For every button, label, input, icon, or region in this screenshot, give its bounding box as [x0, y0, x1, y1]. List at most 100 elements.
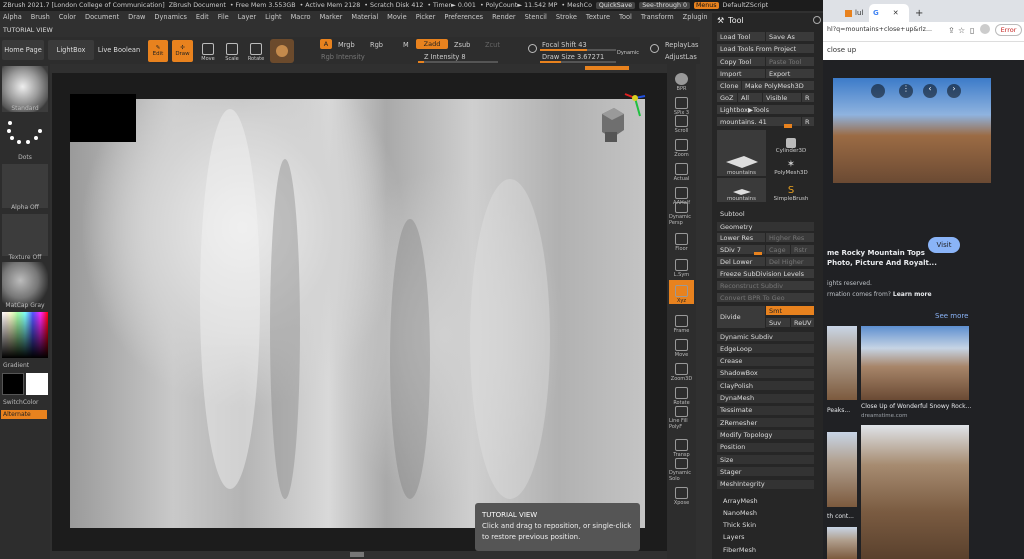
copy-tool-button[interactable]: Copy Tool	[717, 57, 765, 66]
del-lower-button[interactable]: Del Lower	[717, 257, 765, 266]
smt-toggle[interactable]: Smt	[766, 306, 814, 315]
alpha-thumbnail[interactable]	[2, 164, 48, 208]
rgb-intensity-slider[interactable]: Rgb Intensity	[321, 53, 365, 61]
menu-stencil[interactable]: Stencil	[525, 13, 547, 24]
geometry-submenu[interactable]: Stager	[717, 467, 814, 477]
tool-thumbnail[interactable]: Cylinder3D	[768, 130, 814, 154]
geometry-submenu[interactable]: MeshIntegrity	[717, 479, 814, 489]
menu-marker[interactable]: Marker	[320, 13, 343, 24]
menu-material[interactable]: Material	[351, 13, 378, 24]
browser-tab-active[interactable]: G ✕	[869, 4, 909, 22]
related-caption[interactable]: Peaks...	[827, 407, 850, 414]
lens-icon[interactable]	[871, 84, 885, 98]
suv-toggle[interactable]: Suv	[766, 318, 790, 327]
primary-color-swatch[interactable]	[2, 373, 24, 395]
geometry-menu[interactable]: Geometry	[717, 222, 814, 231]
right-tray-button[interactable]: Xyz	[669, 280, 694, 304]
result-title[interactable]: me Rocky Mountain Tops	[827, 249, 925, 257]
right-tray-button[interactable]: BPR	[669, 68, 694, 92]
tool-thumbnail[interactable]: mountains	[717, 178, 766, 202]
tool-submenu[interactable]: Thick Skin	[720, 521, 814, 530]
home-page-button[interactable]: Home Page	[2, 40, 44, 60]
focal-shift-slider[interactable]: Focal Shift 43	[542, 41, 587, 49]
menu-document[interactable]: Document	[85, 13, 119, 24]
palette-refresh-icon[interactable]	[813, 16, 821, 24]
see-more-link[interactable]: See more	[935, 312, 968, 320]
geometry-submenu[interactable]: Size	[717, 455, 814, 464]
geometry-submenu[interactable]: EdgeLoop	[717, 344, 814, 354]
clone-button[interactable]: Clone	[717, 81, 741, 90]
cage-button[interactable]: Cage	[766, 245, 790, 254]
lightbox-tools-button[interactable]: Lightbox▶Tools	[717, 105, 814, 114]
draw-size-slider[interactable]: Draw Size 3.67271	[542, 53, 604, 61]
geometry-submenu[interactable]: Tessimate	[717, 405, 814, 415]
menu-alpha[interactable]: Alpha	[3, 13, 22, 24]
menus-button[interactable]: Menus	[693, 2, 719, 9]
import-button[interactable]: Import	[717, 69, 765, 78]
paste-tool-button[interactable]: Paste Tool	[766, 57, 814, 66]
all-button[interactable]: All	[738, 93, 762, 102]
tool-thumbnail[interactable]: mountains	[717, 130, 766, 176]
zscript-selector[interactable]: DefaultZScript	[723, 2, 769, 9]
color-picker[interactable]	[2, 312, 48, 358]
next-icon[interactable]: ›	[947, 84, 961, 98]
z-intensity-slider[interactable]: Z Intensity 8	[424, 53, 466, 61]
m-button[interactable]: M	[403, 41, 409, 49]
menu-preferences[interactable]: Preferences	[444, 13, 483, 24]
switchcolor-button[interactable]: SwitchColor	[0, 399, 50, 406]
geometry-submenu[interactable]: ZRemesher	[717, 418, 814, 428]
error-button[interactable]: Error	[995, 24, 1022, 36]
right-tray-button[interactable]: Zoom3D	[669, 358, 694, 382]
zsub-button[interactable]: Zsub	[454, 41, 470, 49]
menu-texture[interactable]: Texture	[586, 13, 610, 24]
scale-button[interactable]: Scale	[222, 40, 242, 62]
make-polymesh3d-button[interactable]: Make PolyMesh3D	[742, 81, 814, 90]
more-options-icon[interactable]: ⋮	[899, 84, 913, 98]
edit-button[interactable]: ✎ Edit	[148, 40, 168, 62]
menu-edit[interactable]: Edit	[196, 13, 209, 24]
r-button[interactable]: R	[802, 93, 814, 102]
right-tray-button[interactable]: Transp	[669, 434, 694, 458]
zadd-button[interactable]: Zadd	[416, 39, 448, 49]
menu-light[interactable]: Light	[265, 13, 281, 24]
material-swatch[interactable]	[270, 39, 294, 63]
rgb-button[interactable]: Rgb	[370, 41, 383, 49]
star-icon[interactable]: ☆	[958, 26, 965, 35]
r-button[interactable]: R	[802, 117, 814, 126]
new-tab-button[interactable]: +	[911, 4, 925, 22]
a-button[interactable]: A	[320, 39, 332, 49]
browser-tab[interactable]: lul	[841, 4, 867, 22]
tool-thumbnail[interactable]: S SimpleBrush	[768, 178, 814, 202]
visible-button[interactable]: Visible	[763, 93, 801, 102]
quicksave-button[interactable]: QuickSave	[595, 2, 636, 9]
geometry-submenu[interactable]: DynaMesh	[717, 393, 814, 403]
axis-gizmo-icon[interactable]	[620, 92, 650, 120]
higher-res-button[interactable]: Higher Res	[766, 233, 814, 242]
secondary-color-swatch[interactable]	[26, 373, 48, 395]
tool-submenu[interactable]: Layers	[720, 533, 814, 542]
geometry-submenu[interactable]: ClayPolish	[717, 381, 814, 391]
share-icon[interactable]: ⇪	[948, 26, 955, 35]
right-tray-button[interactable]: Zoom	[669, 134, 694, 158]
right-tray-button[interactable]: Scroll	[669, 110, 694, 134]
related-image[interactable]	[827, 527, 857, 559]
save-as-button[interactable]: Save As	[766, 32, 814, 41]
geometry-submenu[interactable]: Dynamic Subdiv	[717, 332, 814, 341]
menu-dynamics[interactable]: Dynamics	[154, 13, 187, 24]
right-tray-button[interactable]: Frame	[669, 310, 694, 334]
live-boolean-button[interactable]: Live Boolean	[96, 40, 142, 60]
prev-icon[interactable]: ‹	[923, 84, 937, 98]
tool-thumbnail[interactable]: ✶ PolyMesh3D	[768, 155, 814, 176]
z-intensity-track[interactable]	[418, 61, 498, 63]
dynamic-button[interactable]: Dynamic	[617, 50, 639, 56]
result-title[interactable]: Photo, Picture And Royalt...	[827, 259, 937, 267]
reuv-button[interactable]: ReUV	[791, 318, 814, 327]
right-tray-button[interactable]: Rotate	[669, 382, 694, 406]
gradient-toggle[interactable]: Gradient	[0, 362, 50, 369]
focal-shift-track[interactable]	[540, 49, 616, 51]
mrgb-button[interactable]: Mrgb	[338, 41, 355, 49]
menu-tool[interactable]: Tool	[619, 13, 632, 24]
tool-submenu[interactable]: FiberMesh	[720, 545, 814, 554]
zcut-button[interactable]: Zcut	[485, 41, 500, 49]
menu-transform[interactable]: Transform	[641, 13, 674, 24]
